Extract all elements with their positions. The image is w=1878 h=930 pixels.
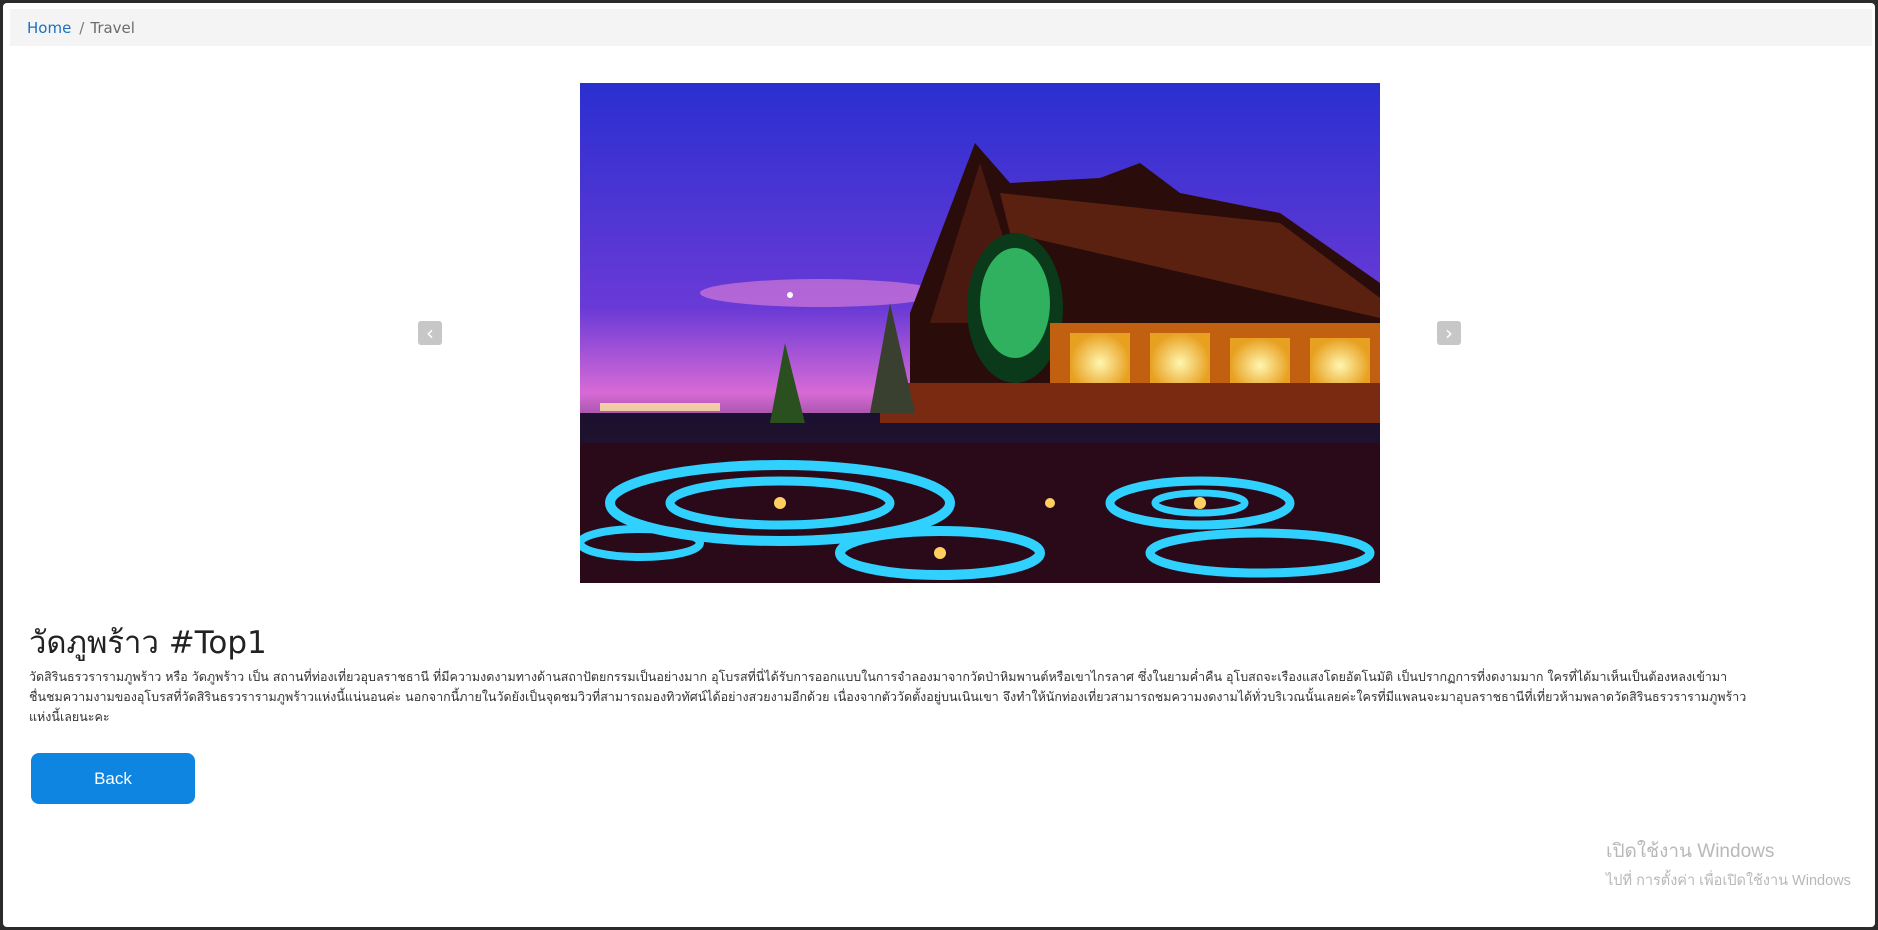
article-title: วัดภูพร้าว #Top1 (29, 625, 267, 661)
temple-photo (580, 83, 1380, 583)
chevron-right-icon: › (1445, 321, 1453, 345)
breadcrumb: Home / Travel (10, 9, 1872, 46)
watermark-title: เปิดใช้งาน Windows (1606, 841, 1775, 862)
browser-window: Home / Travel ‹ › วัดภูพร้าว #Top1 วัดสิ… (3, 3, 1875, 927)
breadcrumb-current: Travel (90, 18, 135, 37)
breadcrumb-home-link[interactable]: Home (27, 19, 71, 37)
back-button[interactable]: Back (31, 753, 195, 804)
article-description: วัดสิรินธรวรารามภูพร้าว หรือ วัดภูพร้าว … (29, 669, 1747, 724)
watermark-subtitle: ไปที่ การตั้งค่า เพื่อเปิดใช้งาน Windows (1606, 873, 1851, 889)
image-carousel[interactable] (580, 83, 1380, 583)
breadcrumb-separator: / (79, 18, 85, 37)
windows-activation-watermark: เปิดใช้งาน Windows ไปที่ การตั้งค่า เพื่… (1606, 836, 1851, 892)
chevron-left-icon: ‹ (426, 321, 434, 345)
carousel-next-button[interactable]: › (1437, 321, 1461, 345)
carousel-prev-button[interactable]: ‹ (418, 321, 442, 345)
